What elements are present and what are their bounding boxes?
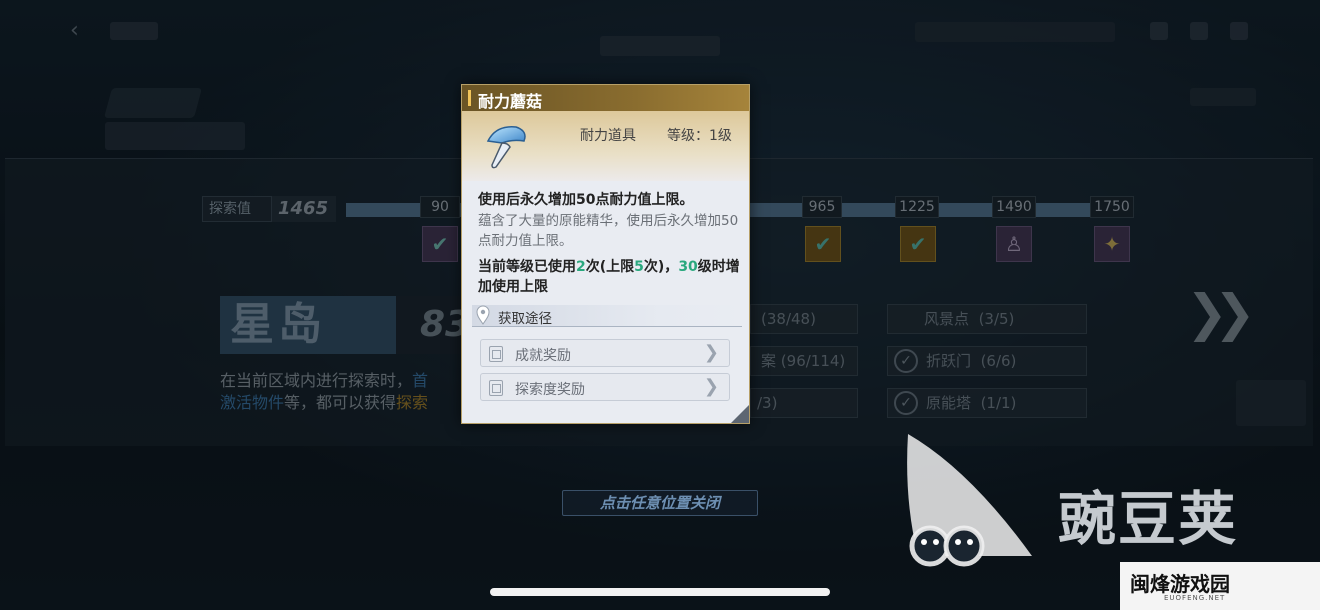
- chevron-right-icon: ❯: [703, 342, 719, 363]
- item-detail-popup: 耐力蘑菇 耐力道具 等级：1级 使用后永久增加50点耐力值上限。 蕴含了大量的原…: [461, 84, 750, 424]
- source-label: 获取途径: [498, 311, 552, 327]
- source-exploration-button[interactable]: 探索度奖励 ❯: [480, 373, 730, 401]
- item-level: 等级：1级: [667, 128, 732, 144]
- popup-corner-decoration: [731, 405, 749, 423]
- item-category: 耐力道具: [580, 128, 636, 144]
- item-name: 耐力蘑菇: [478, 92, 543, 111]
- document-icon: [489, 346, 503, 362]
- document-icon: [489, 380, 503, 396]
- item-effect: 使用后永久增加50点耐力值上限。: [478, 192, 694, 208]
- item-description: 蕴含了大量的原能精华，使用后永久增加50点耐力值上限。: [478, 213, 739, 249]
- source-header: 获取途径: [472, 305, 742, 327]
- watermark-logo-icon: [907, 434, 1032, 567]
- popup-header: 耐力道具 等级：1级: [462, 111, 749, 181]
- source-label: 探索度奖励: [515, 382, 585, 398]
- home-indicator[interactable]: [490, 588, 830, 596]
- location-pin-icon: [476, 305, 490, 325]
- source-achievement-button[interactable]: 成就奖励 ❯: [480, 339, 730, 367]
- watermark-corner-subtext: EUOFENG.NET: [1164, 594, 1226, 602]
- watermark-corner-text: 闽烽游戏园: [1130, 572, 1230, 596]
- watermark-corner: 闽烽游戏园 EUOFENG.NET: [1120, 562, 1320, 610]
- title-marker: [468, 90, 471, 106]
- mushroom-icon: [486, 126, 526, 169]
- item-usage: 当前等级已使用2次(上限5次)，30级时增加使用上限: [478, 259, 740, 295]
- popup-title-bar: 耐力蘑菇: [462, 85, 749, 111]
- source-label: 成就奖励: [515, 348, 571, 364]
- chevron-right-icon: ❯: [703, 376, 719, 397]
- watermark-brand: 豌豆荚: [1058, 485, 1239, 553]
- close-hint[interactable]: 点击任意位置关闭: [562, 490, 758, 516]
